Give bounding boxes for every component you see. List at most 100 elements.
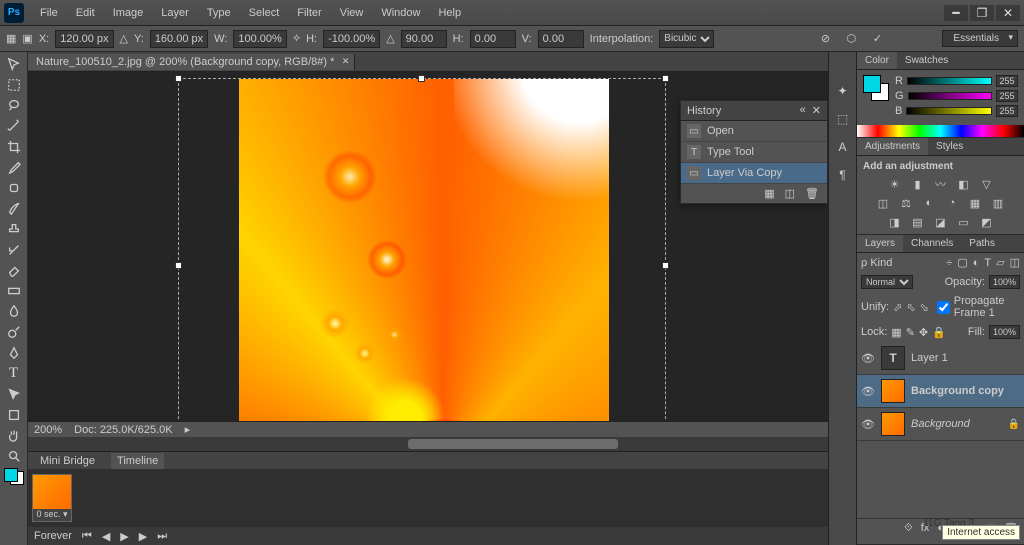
layer-name[interactable]: Background [911,418,970,430]
first-frame-icon[interactable]: ⏮ [82,530,92,543]
layer-row-bgcopy[interactable]: 👁 Background copy [857,375,1024,408]
new-doc-icon[interactable]: ◫ [785,187,795,200]
layer-name[interactable]: Background copy [911,385,1004,397]
reference-point-icon[interactable]: ▣ [22,32,32,45]
curves-icon[interactable]: 〰 [934,177,948,191]
new-snapshot-icon[interactable]: ▦ [764,187,774,200]
handle-mr[interactable] [662,262,669,269]
unify-icon2[interactable]: ⬁ [906,301,915,314]
layer-row-bg[interactable]: 👁 Background 🔒 [857,408,1024,441]
lock-pos-icon[interactable]: ✥ [919,326,928,339]
blend-mode[interactable]: Normal [861,275,913,289]
last-frame-icon[interactable]: ⏭ [157,530,167,543]
visibility-icon[interactable]: 👁 [861,385,875,398]
filter-type-icon[interactable]: T [984,257,991,269]
balance-icon[interactable]: ⚖ [899,196,913,210]
history-tab[interactable]: History [687,105,721,117]
swatches-tab[interactable]: Swatches [897,52,956,69]
bw-icon[interactable]: ◐ [922,196,936,210]
cancel-transform-icon[interactable]: ⊘ [816,30,834,48]
next-frame-icon[interactable]: ▶ [139,530,147,543]
r-slider[interactable] [907,77,992,85]
h2-field[interactable]: 0.00 [470,30,516,48]
stamp-tool-icon[interactable] [3,221,25,238]
crop-tool-icon[interactable] [3,138,25,155]
interp-select[interactable]: Bicubic [659,30,714,48]
history-panel-header[interactable]: History «✕ [681,101,827,121]
frame-caption[interactable]: 0 sec. ▾ [33,509,71,521]
gradient-tool-icon[interactable] [3,283,25,300]
menu-layer[interactable]: Layer [153,3,197,23]
threshold-icon[interactable]: ◪ [934,215,948,229]
lock-trans-icon[interactable]: ▦ [891,326,901,339]
color-tab[interactable]: Color [857,52,897,69]
minibridge-tab[interactable]: Mini Bridge [34,453,101,469]
move-tool-icon[interactable] [3,56,25,73]
g-value[interactable]: 255 [996,90,1018,102]
dock-icon-2[interactable]: ⬚ [834,110,852,128]
x-field[interactable]: 120.00 px [55,30,113,48]
link-icon[interactable]: ⟡ [293,32,300,45]
opacity-field[interactable]: 100% [989,275,1020,289]
layer-row-text[interactable]: 👁 T Layer 1 [857,342,1024,375]
wand-tool-icon[interactable] [3,118,25,135]
tab-close-icon[interactable]: ✕ [342,56,350,67]
type-tool-icon[interactable]: T [3,365,25,382]
angle-field[interactable]: 90.00 [401,30,447,48]
v-field[interactable]: 0.00 [538,30,584,48]
dock-icon-1[interactable]: ✦ [834,82,852,100]
r-value[interactable]: 255 [996,75,1018,87]
marquee-tool-icon[interactable] [3,77,25,94]
channels-tab[interactable]: Channels [903,235,961,252]
gradient-map-icon[interactable]: ▭ [957,215,971,229]
filter-smart-icon[interactable]: ◫ [1010,256,1020,269]
horizontal-scrollbar[interactable] [28,437,828,451]
timeline-tab[interactable]: Timeline [111,453,164,469]
eyedropper-tool-icon[interactable] [3,159,25,176]
menu-filter[interactable]: Filter [289,3,329,23]
dock-char-icon[interactable]: A [834,138,852,156]
g-slider[interactable] [908,92,992,100]
fg-color[interactable] [863,75,881,93]
history-item-type[interactable]: T Type Tool [681,142,827,163]
maximize-button[interactable]: ❐ [970,5,994,21]
zoom-level[interactable]: 200% [34,424,62,436]
history-item-layer-copy[interactable]: ▭ Layer Via Copy [681,163,827,184]
vibrance-icon[interactable]: ▽ [980,177,994,191]
handle-ml[interactable] [175,262,182,269]
warp-icon[interactable]: ⬡ [842,30,860,48]
play-icon[interactable]: ▶ [120,530,128,543]
handle-tm[interactable] [418,75,425,82]
workspace-switcher[interactable]: Essentials [942,30,1018,47]
history-panel[interactable]: History «✕ ▭ Open T Type Tool ▭ Layer Vi… [680,100,828,204]
menu-edit[interactable]: Edit [68,3,103,23]
doc-size[interactable]: Doc: 225.0K/625.0K [74,424,172,436]
history-item-open[interactable]: ▭ Open [681,121,827,142]
b-slider[interactable] [906,107,992,115]
brush-tool-icon[interactable] [3,200,25,217]
selective-icon[interactable]: ◩ [980,215,994,229]
transform-tool-icon[interactable]: ▦ [6,32,16,45]
color-swatch[interactable] [863,75,889,101]
styles-tab[interactable]: Styles [928,138,971,155]
document-tab[interactable]: Nature_100510_2.jpg @ 200% (Background c… [28,54,355,70]
menu-type[interactable]: Type [199,3,239,23]
mixer-icon[interactable]: ▦ [968,196,982,210]
dodge-tool-icon[interactable] [3,324,25,341]
hue-icon[interactable]: ◫ [876,196,890,210]
canvas[interactable]: History «✕ ▭ Open T Type Tool ▭ Layer Vi… [28,72,828,421]
zoom-tool-icon[interactable] [3,448,25,465]
filter-img-icon[interactable]: ▢ [957,256,967,269]
handle-tr[interactable] [662,75,669,82]
eraser-tool-icon[interactable] [3,262,25,279]
unify-icon3[interactable]: ⬂ [920,301,929,314]
loop-select[interactable]: Forever [34,530,72,542]
fg-swatch[interactable] [4,468,18,482]
scrollbar-thumb[interactable] [408,439,618,449]
shape-tool-icon[interactable] [3,407,25,424]
pen-tool-icon[interactable] [3,344,25,361]
close-button[interactable]: ✕ [996,5,1020,21]
link-layers-icon[interactable]: ⟐ [904,522,913,541]
w-field[interactable]: 100.00% [233,30,286,48]
menu-image[interactable]: Image [105,3,152,23]
